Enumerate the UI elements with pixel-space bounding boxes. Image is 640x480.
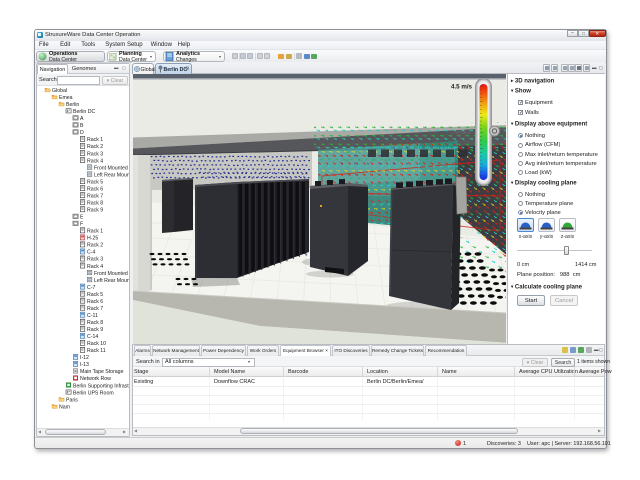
svg-text:Berlin DC: Berlin DC	[73, 109, 95, 115]
svg-text:Rack 4: Rack 4	[87, 264, 103, 270]
svg-text:Global: Global	[52, 88, 67, 94]
svg-text:E: E	[80, 215, 84, 221]
svg-text:F: F	[80, 222, 83, 228]
svg-text:Rack 9: Rack 9	[87, 327, 103, 333]
svg-text:Rack 3: Rack 3	[87, 151, 103, 157]
svg-text:Front Mounted: Front Mounted	[94, 165, 128, 171]
svg-text:Rack 9: Rack 9	[87, 208, 103, 214]
svg-text:Rack 5: Rack 5	[87, 179, 103, 185]
svg-text:Main Tape Storage: Main Tape Storage	[80, 369, 124, 375]
svg-text:4.5 m/s: 4.5 m/s	[451, 84, 473, 91]
svg-text:Rack 6: Rack 6	[87, 186, 103, 192]
svg-text:Rack 10: Rack 10	[87, 341, 106, 347]
svg-text:Paris: Paris	[66, 397, 78, 403]
svg-text:Emea: Emea	[59, 95, 73, 101]
svg-text:Left Rear Moun: Left Rear Moun	[94, 278, 129, 284]
svg-text:C-11: C-11	[87, 313, 98, 319]
svg-text:Rack 7: Rack 7	[87, 306, 103, 312]
svg-text:Rack 7: Rack 7	[87, 193, 103, 199]
svg-text:Rack 3: Rack 3	[87, 257, 103, 263]
svg-text:Berlin: Berlin	[66, 102, 79, 108]
svg-text:Rack 5: Rack 5	[87, 292, 103, 298]
svg-text:H-25: H-25	[87, 236, 98, 242]
svg-text:C-7: C-7	[87, 285, 95, 291]
svg-text:Left Rear Moun: Left Rear Moun	[94, 172, 129, 178]
svg-text:Rack 8: Rack 8	[87, 320, 103, 326]
svg-text:Nam: Nam	[59, 404, 70, 410]
svg-text:Berlin UPS Room: Berlin UPS Room	[73, 390, 114, 396]
svg-text:A: A	[80, 116, 84, 122]
svg-text:Network Row: Network Row	[80, 376, 111, 382]
svg-text:D: D	[80, 130, 84, 136]
svg-text:B: B	[80, 123, 84, 129]
svg-text:Berlin Supporting Infrastru: Berlin Supporting Infrastru	[73, 383, 129, 389]
svg-text:C-14: C-14	[87, 334, 98, 340]
svg-text:Rack 1: Rack 1	[87, 137, 103, 143]
svg-text:Front Mounted: Front Mounted	[94, 271, 128, 277]
svg-text:I-12: I-12	[80, 355, 89, 361]
svg-text:Rack 2: Rack 2	[87, 243, 103, 249]
svg-text:Rack 2: Rack 2	[87, 144, 103, 150]
svg-text:C-4: C-4	[87, 250, 95, 256]
svg-text:Rack 4: Rack 4	[87, 158, 103, 164]
svg-text:I-13: I-13	[80, 362, 89, 368]
svg-text:Rack 1: Rack 1	[87, 229, 103, 235]
svg-text:Rack 6: Rack 6	[87, 299, 103, 305]
svg-text:Rack 8: Rack 8	[87, 200, 103, 206]
svg-text:Rack 11: Rack 11	[87, 348, 106, 354]
